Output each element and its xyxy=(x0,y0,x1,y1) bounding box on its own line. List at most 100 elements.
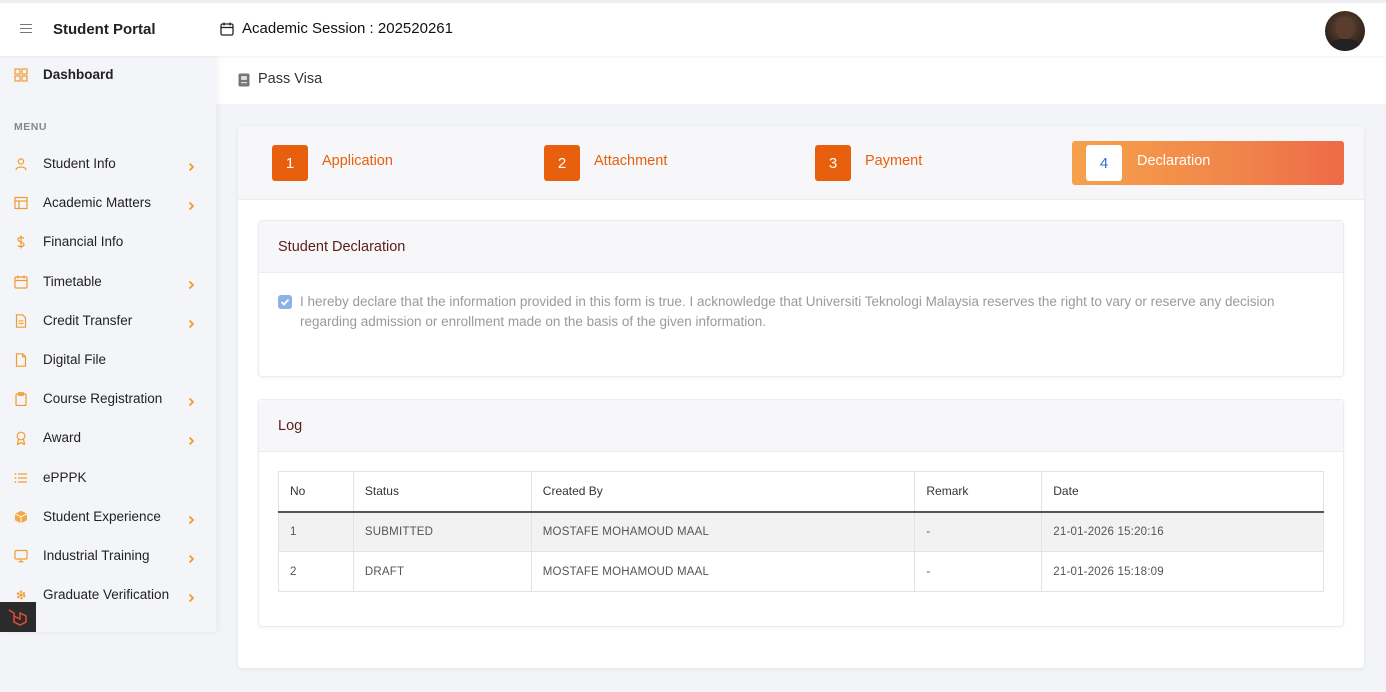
main-card: 1 Application 2 Attachment 3 Payment 4 D… xyxy=(238,126,1364,668)
sidebar-item-label: Student Experience xyxy=(43,508,161,524)
panel-title: Log xyxy=(278,418,303,434)
sidebar-item-label: Student Info xyxy=(43,156,116,171)
step-label: Declaration xyxy=(1137,153,1211,169)
avatar[interactable] xyxy=(1325,11,1365,51)
wizard-steps: 1 Application 2 Attachment 3 Payment 4 D… xyxy=(238,126,1364,200)
document-icon xyxy=(15,313,27,328)
sidebar-item-award[interactable]: Award xyxy=(0,419,216,457)
sidebar-item-dashboard[interactable]: Dashboard xyxy=(0,56,216,94)
table-cell: 1 xyxy=(278,511,354,552)
sidebar-item-timetable[interactable]: Timetable xyxy=(0,263,216,301)
table-cell: 2 xyxy=(278,551,354,592)
user-icon xyxy=(15,158,27,171)
table-cell: 21-01-2026 15:20:16 xyxy=(1041,511,1324,552)
wizard-step-application[interactable]: 1 Application xyxy=(272,141,472,185)
table-cell: - xyxy=(914,551,1043,592)
check-icon xyxy=(280,298,290,306)
award-icon xyxy=(16,431,26,446)
declaration-text: I hereby declare that the information pr… xyxy=(300,294,1275,329)
table-cell: - xyxy=(914,511,1043,552)
step-number: 4 xyxy=(1086,145,1122,181)
table-row: 2 DRAFT MOSTAFE MOHAMOUD MAAL - 21-01-20… xyxy=(278,551,1324,592)
menu-heading: MENU xyxy=(14,121,47,133)
clipboard-icon xyxy=(15,392,27,407)
sidebar-item-label: Digital File xyxy=(43,352,107,367)
chevron-right-icon xyxy=(188,398,195,407)
hamburger-icon[interactable] xyxy=(20,24,32,33)
step-number: 2 xyxy=(544,145,580,181)
sidebar-item-student-info[interactable]: Student Info xyxy=(0,145,216,183)
wizard-step-payment[interactable]: 3 Payment xyxy=(815,141,1015,185)
monitor-icon xyxy=(14,549,28,563)
chevron-right-icon xyxy=(188,319,195,328)
layout-icon xyxy=(14,197,28,210)
step-label: Payment xyxy=(865,153,923,169)
column-header: Created By xyxy=(531,471,916,513)
step-number: 1 xyxy=(272,145,308,181)
sidebar-item-label: Dashboard xyxy=(43,67,114,82)
chevron-right-icon xyxy=(188,437,195,446)
sidebar-item-student-experience[interactable]: Student Experience xyxy=(0,498,216,536)
column-header: Status xyxy=(353,471,532,513)
gear-icon xyxy=(16,590,26,600)
step-label: Application xyxy=(322,153,393,169)
sidebar-item-label: Award xyxy=(43,430,82,446)
sidebar-item-credit-transfer[interactable]: Credit Transfer xyxy=(0,302,216,340)
student-declaration-panel: Student Declaration I hereby declare tha… xyxy=(258,220,1344,377)
table-cell: DRAFT xyxy=(353,551,532,592)
sidebar-item-label: ePPPK xyxy=(43,469,87,485)
sidebar-item-digital-file[interactable]: Digital File xyxy=(0,341,216,379)
sidebar-item-label: Financial Info xyxy=(43,234,124,250)
panel-title: Student Declaration xyxy=(278,239,406,255)
sidebar: Dashboard MENU Student Info Academic Matt… xyxy=(0,56,216,632)
table-cell: MOSTAFE MOHAMOUD MAAL xyxy=(531,511,916,552)
sidebar-item-course-registration[interactable]: Course Registration xyxy=(0,380,216,418)
grid-icon xyxy=(14,68,28,82)
table-header-row: No Status Created By Remark Date xyxy=(278,471,1324,513)
sidebar-item-academic-matters[interactable]: Academic Matters xyxy=(0,184,216,222)
log-panel: Log No Status Created By Remark Date 1 S… xyxy=(258,399,1344,627)
page-heading: Pass Visa xyxy=(216,56,1386,104)
step-label: Attachment xyxy=(594,153,668,169)
sidebar-item-label: Course Registration xyxy=(43,391,163,407)
list-icon xyxy=(14,472,27,483)
wizard-step-declaration[interactable]: 4 Declaration xyxy=(1072,141,1344,185)
academic-session: Academic Session : 202520261 xyxy=(220,20,453,37)
panel-header: Log xyxy=(259,400,1343,452)
passport-icon xyxy=(238,73,250,87)
sidebar-item-label: Credit Transfer xyxy=(43,312,133,328)
sidebar-item-label: Timetable xyxy=(43,273,102,289)
table-cell: MOSTAFE MOHAMOUD MAAL xyxy=(531,551,916,592)
chevron-right-icon xyxy=(188,594,195,603)
wizard-step-attachment[interactable]: 2 Attachment xyxy=(544,141,744,185)
box-icon xyxy=(14,510,28,523)
dollar-icon xyxy=(17,235,25,249)
chevron-right-icon xyxy=(188,280,195,289)
table-cell: 21-01-2026 15:18:09 xyxy=(1041,551,1324,592)
calendar-icon xyxy=(220,22,234,36)
session-label: Academic Session : 202520261 xyxy=(242,20,453,37)
table-row: 1 SUBMITTED MOSTAFE MOHAMOUD MAAL - 21-0… xyxy=(278,511,1324,552)
chevron-right-icon xyxy=(188,554,195,564)
sidebar-item-financial-info[interactable]: Financial Info xyxy=(0,223,216,261)
chevron-right-icon xyxy=(188,162,195,172)
column-header: No xyxy=(278,471,354,513)
top-header: Student Portal Academic Session : 202520… xyxy=(0,0,1386,56)
laravel-debug-icon[interactable] xyxy=(0,602,36,632)
sidebar-item-label: Industrial Training xyxy=(43,548,150,563)
brand-title: Student Portal xyxy=(53,21,156,38)
sidebar-item-epppk[interactable]: ePPPK xyxy=(0,459,216,497)
column-header: Date xyxy=(1041,471,1324,513)
page-title: Pass Visa xyxy=(258,71,323,87)
file-icon xyxy=(15,353,27,367)
calendar-icon xyxy=(14,275,28,289)
declaration-checkbox[interactable] xyxy=(278,295,292,309)
chevron-right-icon xyxy=(188,202,195,211)
panel-header: Student Declaration xyxy=(259,221,1343,273)
step-number: 3 xyxy=(815,145,851,181)
sidebar-item-label: Graduate Verification xyxy=(43,587,170,603)
sidebar-item-industrial-training[interactable]: Industrial Training xyxy=(0,537,216,575)
chevron-right-icon xyxy=(188,515,195,524)
log-table: No Status Created By Remark Date 1 SUBMI… xyxy=(278,471,1324,592)
sidebar-item-label: Academic Matters xyxy=(43,195,152,211)
